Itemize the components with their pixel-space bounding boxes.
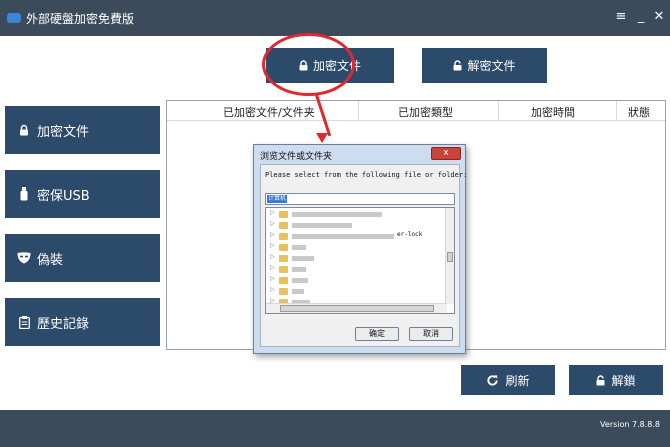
tree-item[interactable]: ▷ xyxy=(266,209,446,220)
expand-arrow-icon[interactable]: ▷ xyxy=(270,209,275,216)
tree-item-label xyxy=(292,267,306,272)
vertical-scrollbar-thumb[interactable] xyxy=(447,252,453,262)
column-divider xyxy=(498,101,499,121)
dialog-body: Please select from the following file or… xyxy=(260,164,467,347)
column-header-time[interactable]: 加密時間 xyxy=(531,104,575,120)
close-button[interactable]: ✕ xyxy=(650,7,668,27)
status-bar: Version 7.8.8.8 xyxy=(0,410,670,447)
unlock-button[interactable]: 解鎖 xyxy=(569,365,663,395)
expand-arrow-icon[interactable]: ▷ xyxy=(270,264,275,271)
annotation-arrow-head xyxy=(316,133,328,143)
expand-arrow-icon[interactable]: ▷ xyxy=(270,275,275,282)
unlock-icon xyxy=(596,374,605,385)
sidebar-item-encrypt[interactable]: 加密文件 xyxy=(5,106,160,154)
folder-icon xyxy=(279,244,288,251)
lock-icon xyxy=(17,123,31,137)
tree-item[interactable]: ▷ xyxy=(266,286,446,297)
sidebar-item-history[interactable]: 歷史記錄 xyxy=(5,298,160,346)
tree-item-label xyxy=(292,223,352,228)
horizontal-scrollbar[interactable] xyxy=(266,303,447,313)
sidebar-item-usb[interactable]: 密保USB xyxy=(5,170,160,218)
unlock-label: 解鎖 xyxy=(611,373,636,388)
browse-dialog: 浏览文件或文件夹 x Please select from the follow… xyxy=(253,144,467,354)
refresh-icon xyxy=(487,374,499,386)
refresh-button[interactable]: 刷新 xyxy=(461,365,555,395)
expand-arrow-icon[interactable]: ▷ xyxy=(270,242,275,249)
decrypt-file-label: 解密文件 xyxy=(467,59,516,73)
usb-icon xyxy=(17,187,31,201)
dialog-title: 浏览文件或文件夹 xyxy=(260,152,333,162)
history-icon xyxy=(17,315,31,329)
tree-item[interactable]: ▷ xyxy=(266,264,446,275)
folder-icon xyxy=(279,233,288,240)
column-header-status[interactable]: 狀態 xyxy=(628,104,650,120)
tree-item[interactable]: ▷ xyxy=(266,275,446,286)
tree-item-text: er-lock xyxy=(397,231,423,238)
horizontal-scrollbar-thumb[interactable] xyxy=(280,305,434,312)
mask-icon xyxy=(17,251,31,265)
sidebar-item-disguise[interactable]: 偽裝 xyxy=(5,234,160,282)
refresh-label: 刷新 xyxy=(505,373,530,388)
cancel-button[interactable]: 取消 xyxy=(409,327,453,341)
expand-arrow-icon[interactable]: ▷ xyxy=(270,231,275,238)
path-value: 计算机 xyxy=(267,195,288,203)
sidebar-item-label: 歷史記錄 xyxy=(37,316,90,332)
ok-button[interactable]: 确定 xyxy=(355,327,399,341)
window-title: 外部硬盤加密免費版 xyxy=(26,12,135,26)
app-window: 外部硬盤加密免費版 ≡ _ ✕ 加密文件 解密文件 加密文件 密保USB 偽裝 … xyxy=(0,0,670,447)
dialog-prompt: Please select from the following file or… xyxy=(265,171,468,179)
column-header-files[interactable]: 已加密文件/文件夹 xyxy=(223,104,315,120)
sidebar-item-label: 加密文件 xyxy=(37,124,90,140)
column-divider xyxy=(616,101,617,121)
folder-icon xyxy=(279,222,288,229)
menu-button[interactable]: ≡ xyxy=(612,7,630,27)
unlock-icon xyxy=(453,60,462,71)
tree-item[interactable]: ▷ xyxy=(266,253,446,264)
folder-tree[interactable]: ▷ ▷ ▷ er-lock ▷ ▷ ▷ ▷ ▷ ▷ xyxy=(265,207,455,314)
version-label: Version 7.8.8.8 xyxy=(600,420,660,429)
table-header: 已加密文件/文件夹 已加密類型 加密時間 狀態 xyxy=(167,101,665,121)
tree-item[interactable]: ▷ xyxy=(266,220,446,231)
expand-arrow-icon[interactable]: ▷ xyxy=(270,220,275,227)
tree-item-label xyxy=(292,278,308,283)
decrypt-file-button[interactable]: 解密文件 xyxy=(422,48,547,83)
folder-icon xyxy=(279,266,288,273)
minimize-button[interactable]: _ xyxy=(632,7,650,27)
column-divider xyxy=(358,101,359,121)
tree-item-label xyxy=(292,212,382,217)
folder-icon xyxy=(279,211,288,218)
expand-arrow-icon[interactable]: ▷ xyxy=(270,286,275,293)
folder-icon xyxy=(279,255,288,262)
tree-item[interactable]: ▷ er-lock xyxy=(266,231,446,242)
tree-item-label xyxy=(292,245,306,250)
tree-item-label xyxy=(292,256,314,261)
dialog-close-button[interactable]: x xyxy=(431,147,461,160)
app-logo-icon xyxy=(7,13,21,23)
tree-item-label xyxy=(292,289,304,294)
vertical-scrollbar[interactable] xyxy=(445,208,454,304)
annotation-circle xyxy=(262,33,355,96)
tree-item[interactable]: ▷ xyxy=(266,242,446,253)
folder-icon xyxy=(279,277,288,284)
path-input[interactable]: 计算机 xyxy=(265,193,455,205)
column-header-type[interactable]: 已加密類型 xyxy=(398,104,453,120)
tree-item-label xyxy=(292,234,394,239)
folder-icon xyxy=(279,288,288,295)
expand-arrow-icon[interactable]: ▷ xyxy=(270,253,275,260)
sidebar-item-label: 偽裝 xyxy=(37,252,64,268)
sidebar-item-label: 密保USB xyxy=(37,188,90,204)
title-bar: 外部硬盤加密免費版 ≡ _ ✕ xyxy=(0,0,670,36)
